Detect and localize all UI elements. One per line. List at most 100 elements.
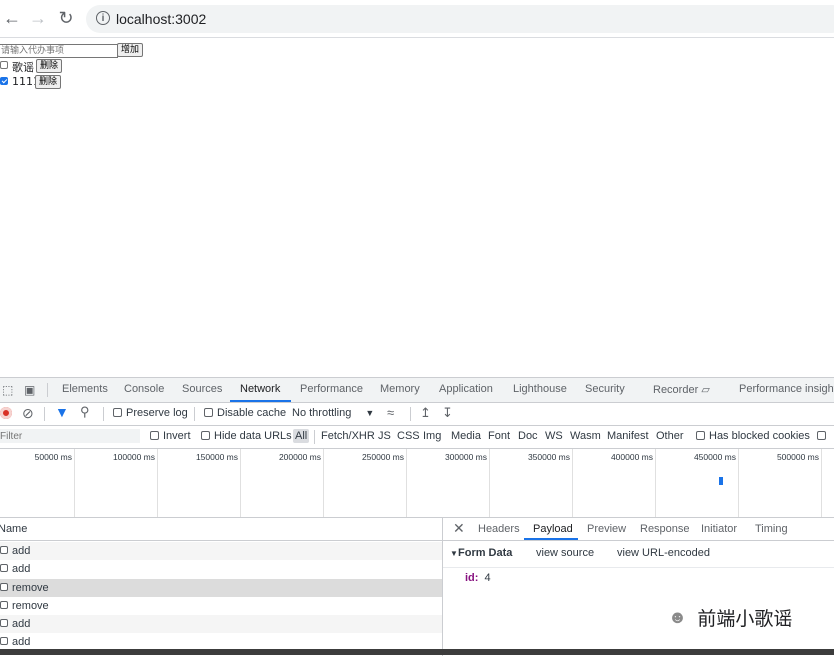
- triangle-down-icon[interactable]: ▼: [450, 549, 458, 558]
- has-blocked-cookies-checkbox[interactable]: [696, 431, 705, 440]
- blocked-requests-checkbox[interactable]: [817, 431, 826, 440]
- timeline-gridline: [240, 449, 241, 517]
- tab-memory[interactable]: Memory: [380, 383, 420, 395]
- request-row-checkbox: [0, 564, 8, 572]
- form-data-title[interactable]: Form Data: [458, 547, 512, 559]
- wechat-icon: ☻: [668, 607, 687, 627]
- todo-input[interactable]: [0, 44, 118, 58]
- info-icon[interactable]: i: [96, 11, 110, 25]
- request-name: add: [12, 545, 31, 557]
- forward-arrow-icon[interactable]: →: [28, 8, 48, 28]
- todo-checkbox[interactable]: [0, 77, 8, 85]
- tab-sources[interactable]: Sources: [182, 383, 222, 395]
- view-url-encoded-link[interactable]: view URL-encoded: [617, 547, 710, 559]
- tab-initiator[interactable]: Initiator: [701, 523, 737, 535]
- type-filter-css[interactable]: CSS: [397, 430, 420, 442]
- hide-data-urls-checkbox[interactable]: [201, 431, 210, 440]
- back-arrow-icon[interactable]: ←: [2, 8, 22, 28]
- record-icon[interactable]: [0, 407, 12, 419]
- type-filter-img[interactable]: Img: [423, 430, 441, 442]
- type-filter-other[interactable]: Other: [656, 430, 684, 442]
- timeline-gridline: [655, 449, 656, 517]
- device-toolbar-icon[interactable]: ▣: [24, 383, 35, 397]
- tab-timing[interactable]: Timing: [755, 523, 788, 535]
- request-row[interactable]: add: [0, 615, 442, 633]
- tab-application[interactable]: Application: [439, 383, 493, 395]
- type-filter-wasm[interactable]: Wasm: [570, 430, 601, 442]
- tab-payload[interactable]: Payload: [533, 523, 573, 535]
- type-filter-manifest[interactable]: Manifest: [607, 430, 649, 442]
- request-name: add: [12, 618, 31, 630]
- active-tab-indicator: [230, 400, 291, 402]
- export-har-icon[interactable]: ↧: [442, 405, 453, 421]
- request-name: remove: [12, 582, 49, 594]
- delete-button[interactable]: 删除: [36, 59, 63, 73]
- timeline-tick-label: 350000 ms: [527, 452, 570, 462]
- request-row[interactable]: add: [0, 560, 442, 578]
- tab-response[interactable]: Response: [640, 523, 690, 535]
- address-bar[interactable]: i localhost:3002: [86, 5, 834, 33]
- view-source-link[interactable]: view source: [536, 547, 594, 559]
- request-row[interactable]: remove: [0, 597, 442, 615]
- request-timing-bar: [719, 477, 723, 485]
- filter-icon[interactable]: ▼: [55, 404, 69, 420]
- tab-preview[interactable]: Preview: [587, 523, 626, 535]
- tab-security[interactable]: Security: [585, 383, 625, 395]
- page-content: 增加 歌谣 删除 1111 删除: [0, 38, 834, 376]
- bottom-strip: [0, 649, 834, 655]
- type-filter-ws[interactable]: WS: [545, 430, 563, 442]
- request-row[interactable]: add: [0, 542, 442, 560]
- clear-icon[interactable]: ⊘: [22, 406, 34, 420]
- timeline-tick-label: 50000 ms: [34, 452, 72, 462]
- preserve-log-toggle[interactable]: Preserve log: [113, 407, 188, 419]
- payload-value: 4: [484, 572, 491, 584]
- tab-network[interactable]: Network: [240, 383, 280, 395]
- timeline-tick-label: 250000 ms: [361, 452, 404, 462]
- todo-item: 歌谣 删除: [0, 59, 70, 75]
- tab-elements[interactable]: Elements: [62, 383, 108, 395]
- timeline-gridline: [489, 449, 490, 517]
- request-row-selected[interactable]: remove: [0, 579, 442, 597]
- todo-checkbox[interactable]: [0, 61, 8, 69]
- network-overview-timeline[interactable]: 50000 ms 100000 ms 150000 ms 200000 ms 2…: [0, 449, 834, 518]
- tab-headers[interactable]: Headers: [478, 523, 520, 535]
- type-filter-doc[interactable]: Doc: [518, 430, 538, 442]
- name-column-header[interactable]: Name: [0, 523, 27, 535]
- type-filter-font[interactable]: Font: [488, 430, 510, 442]
- devtools-tab-bar: ⬚ ▣ Elements Console Sources Network Per…: [0, 378, 834, 403]
- preserve-log-checkbox[interactable]: [113, 408, 122, 417]
- tab-performance-insights[interactable]: Performance insights: [739, 383, 834, 395]
- invert-label: Invert: [163, 430, 191, 442]
- delete-button[interactable]: 删除: [35, 75, 62, 89]
- timeline-tick-label: 500000 ms: [776, 452, 819, 462]
- throttling-select[interactable]: No throttling ▼: [292, 407, 374, 419]
- chevron-down-icon: ▼: [365, 408, 375, 418]
- tab-lighthouse[interactable]: Lighthouse: [513, 383, 567, 395]
- type-filter-js[interactable]: JS: [378, 430, 391, 442]
- reload-icon[interactable]: ↻: [56, 8, 76, 28]
- invert-toggle[interactable]: Invert: [150, 430, 191, 442]
- tab-performance[interactable]: Performance: [300, 383, 363, 395]
- search-icon[interactable]: ⚲: [80, 404, 90, 420]
- network-toolbar: ⊘ ▼ ⚲ Preserve log Disable cache No thro…: [0, 403, 834, 426]
- type-filter-fetch-xhr[interactable]: Fetch/XHR: [321, 430, 375, 442]
- add-button[interactable]: 增加: [117, 43, 144, 57]
- type-filter-media[interactable]: Media: [451, 430, 481, 442]
- disable-cache-checkbox[interactable]: [204, 408, 213, 417]
- filter-input[interactable]: [0, 429, 140, 443]
- payload-entry: id: 4: [465, 572, 491, 584]
- close-icon[interactable]: ✕: [453, 520, 465, 537]
- network-conditions-icon[interactable]: ≈: [387, 405, 394, 420]
- disable-cache-toggle[interactable]: Disable cache: [204, 407, 286, 419]
- inspect-element-icon[interactable]: ⬚: [2, 383, 13, 397]
- has-blocked-cookies-toggle[interactable]: Has blocked cookies: [696, 430, 810, 442]
- tab-recorder[interactable]: Recorder ▱: [653, 383, 710, 396]
- type-filter-all[interactable]: All: [293, 429, 310, 443]
- import-har-icon[interactable]: ↥: [420, 405, 431, 421]
- url-text: localhost:3002: [116, 11, 207, 27]
- hide-data-urls-toggle[interactable]: Hide data URLs: [201, 430, 292, 442]
- timeline-gridline: [821, 449, 822, 517]
- invert-checkbox[interactable]: [150, 431, 159, 440]
- blocked-requests-toggle[interactable]: [817, 430, 830, 442]
- tab-console[interactable]: Console: [124, 383, 164, 395]
